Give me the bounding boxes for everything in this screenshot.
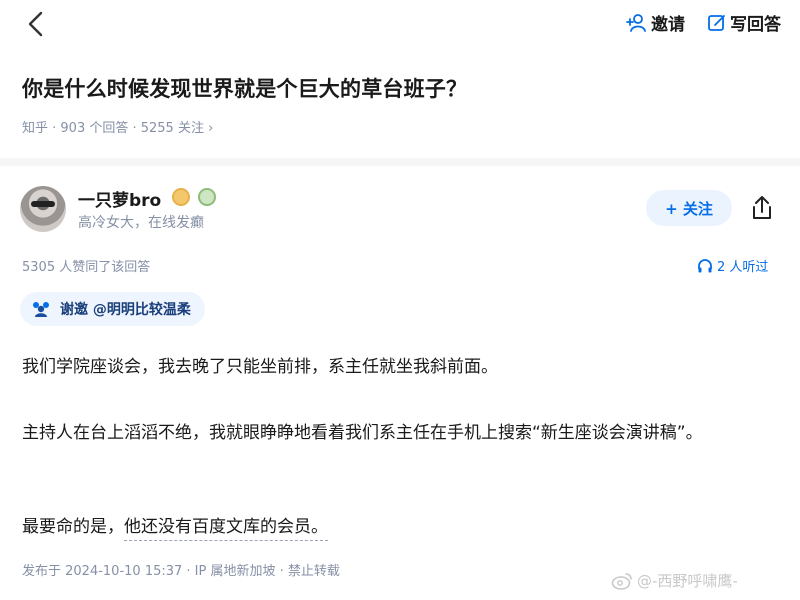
write-answer-label: 写回答 bbox=[730, 15, 781, 35]
back-arrow-icon bbox=[28, 11, 43, 37]
follow-label: + 关注 bbox=[665, 199, 713, 218]
question-title[interactable]: 你是什么时候发现世界就是个巨大的草台班子？ bbox=[22, 73, 467, 103]
underlined-sentence[interactable]: 他还没有百度文库的会员。 bbox=[124, 517, 328, 541]
invite-button[interactable]: 邀请 bbox=[626, 10, 685, 35]
listen-count: 2 人听过 bbox=[717, 260, 769, 275]
share-button[interactable] bbox=[748, 194, 776, 222]
edit-icon bbox=[708, 14, 725, 31]
share-icon bbox=[753, 196, 771, 219]
invite-tag-label: 谢邀 @明明比较温柔 bbox=[60, 302, 191, 318]
write-answer-button[interactable]: 写回答 bbox=[707, 10, 781, 35]
level-badge-icon bbox=[172, 188, 190, 206]
author-name[interactable]: 一只萝bro bbox=[78, 186, 161, 211]
vote-count: 5305 人赞同了该回答 bbox=[22, 260, 151, 275]
achievement-badge-icon bbox=[198, 188, 216, 206]
group-icon bbox=[33, 302, 49, 317]
headphones-icon bbox=[698, 258, 712, 272]
weibo-icon bbox=[611, 572, 632, 590]
back-button[interactable] bbox=[22, 8, 52, 40]
watermark: @-西野呼啸鹰- bbox=[611, 570, 738, 591]
answer-paragraph: 我们学院座谈会，我去晚了只能坐前排，系主任就坐我斜前面。 bbox=[22, 357, 498, 377]
follow-button[interactable]: + 关注 bbox=[646, 190, 732, 226]
watermark-text: @-西野呼啸鹰- bbox=[637, 572, 738, 590]
listen-button[interactable]: 2 人听过 bbox=[697, 256, 768, 275]
avatar[interactable] bbox=[20, 186, 66, 232]
answer-paragraph: 主持人在台上滔滔不绝，我就眼睁睁地看着我们系主任在手机上搜索“新生座谈会演讲稿”… bbox=[22, 423, 703, 443]
question-meta[interactable]: 知乎 · 903 个回答 · 5255 关注 › bbox=[22, 117, 213, 136]
publish-info: 发布于 2024-10-10 15:37 · IP 属地新加坡 · 禁止转载 bbox=[22, 564, 340, 579]
invite-tag[interactable]: 谢邀 @明明比较温柔 bbox=[20, 292, 205, 326]
add-person-icon bbox=[626, 13, 646, 32]
answer-paragraph: 最要命的是，他还没有百度文库的会员。 bbox=[22, 512, 782, 542]
answer-sentence: 最要命的是， bbox=[22, 517, 124, 537]
invite-label: 邀请 bbox=[651, 15, 685, 35]
author-description: 高冷女大，在线发癫 bbox=[78, 215, 204, 231]
section-divider bbox=[0, 158, 800, 166]
avatar-glasses bbox=[31, 201, 55, 207]
